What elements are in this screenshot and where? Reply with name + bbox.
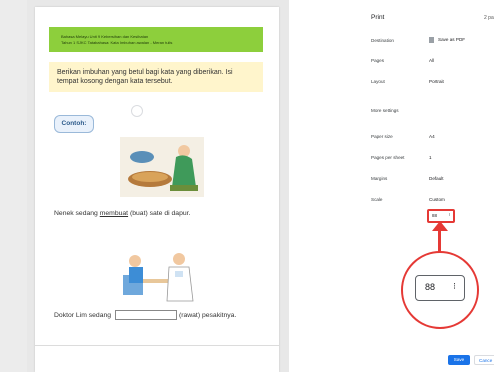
- destination-label: Destination: [371, 38, 394, 43]
- margins-label: Margins: [371, 176, 388, 181]
- header-line-2: Tahun 1 SJKC Tatabahasa: Kata Imbuhan aw…: [61, 40, 173, 45]
- pages-per-sheet-select[interactable]: 1: [429, 155, 432, 160]
- zoomed-scale-value: 88: [425, 282, 436, 292]
- document-preview-area[interactable]: Bahasa Melayu Unit 9 Kebersihan dan Kesi…: [27, 0, 289, 372]
- more-settings-toggle[interactable]: More settings: [371, 108, 399, 113]
- save-button[interactable]: Save: [448, 355, 470, 365]
- answer-blank: [114, 310, 177, 320]
- more-settings-expand-icon[interactable]: [131, 105, 143, 117]
- sentence-1-answer: membuat: [99, 210, 129, 217]
- page-divider: [35, 345, 279, 346]
- paper-size-select[interactable]: A4: [429, 134, 435, 139]
- left-gutter: [0, 0, 27, 372]
- exercise-sentence: Doktor Lim sedang (rawat) pesakitnya.: [54, 310, 236, 320]
- destination-select[interactable]: Save as PDF: [429, 37, 465, 43]
- instruction-line-1: Berikan imbuhan yang betul bagi kata yan…: [57, 69, 233, 76]
- scale-select[interactable]: Custom: [429, 197, 445, 202]
- sentence-2-post: (rawat) pesakitnya.: [178, 311, 237, 319]
- worksheet-header: Bahasa Melayu Unit 9 Kebersihan dan Kesi…: [49, 27, 263, 52]
- instruction-line-2: tempat kosong dengan kata tersebut.: [57, 78, 173, 85]
- pages-select[interactable]: All: [429, 58, 434, 63]
- header-line-1: Bahasa Melayu Unit 9 Kebersihan dan Kesi…: [61, 34, 149, 39]
- example-sentence: Nenek sedang membuat (buat) sate di dapu…: [54, 210, 190, 217]
- scale-label: Scale: [371, 197, 383, 202]
- sheet-count: 2 pa: [484, 15, 494, 21]
- instruction-box: Berikan imbuhan yang betul bagi kata yan…: [49, 62, 263, 92]
- destination-value: Save as PDF: [438, 37, 466, 43]
- zoomed-scale-input: 88 ⁝: [415, 275, 465, 301]
- zoomed-spinner-icon: ⁝: [453, 281, 456, 291]
- margins-select[interactable]: Default: [429, 176, 444, 181]
- example-label: Contoh:: [54, 115, 94, 133]
- spinner-icon[interactable]: ⁝: [449, 212, 450, 218]
- print-preview-window: Bahasa Melayu Unit 9 Kebersihan dan Kesi…: [0, 0, 494, 372]
- layout-label: Layout: [371, 79, 385, 84]
- print-title: Print: [371, 14, 385, 21]
- sentence-1-pre: Nenek sedang: [54, 210, 100, 217]
- cancel-button[interactable]: Cance: [474, 355, 494, 365]
- grandmother-cooking-illustration: [120, 137, 204, 197]
- preview-page: Bahasa Melayu Unit 9 Kebersihan dan Kesi…: [35, 7, 279, 372]
- pages-per-sheet-label: Pages per sheet: [371, 155, 405, 160]
- paper-size-label: Paper size: [371, 134, 393, 139]
- layout-select[interactable]: Portrait: [429, 79, 444, 84]
- pages-label: Pages: [371, 58, 385, 63]
- scale-input-value: 88: [432, 213, 438, 218]
- sentence-2-pre: Doktor Lim sedang: [54, 311, 113, 319]
- file-icon: [429, 37, 434, 43]
- sentence-1-post: (buat) sate di dapur.: [128, 210, 191, 217]
- doctor-patient-illustration: [123, 249, 201, 305]
